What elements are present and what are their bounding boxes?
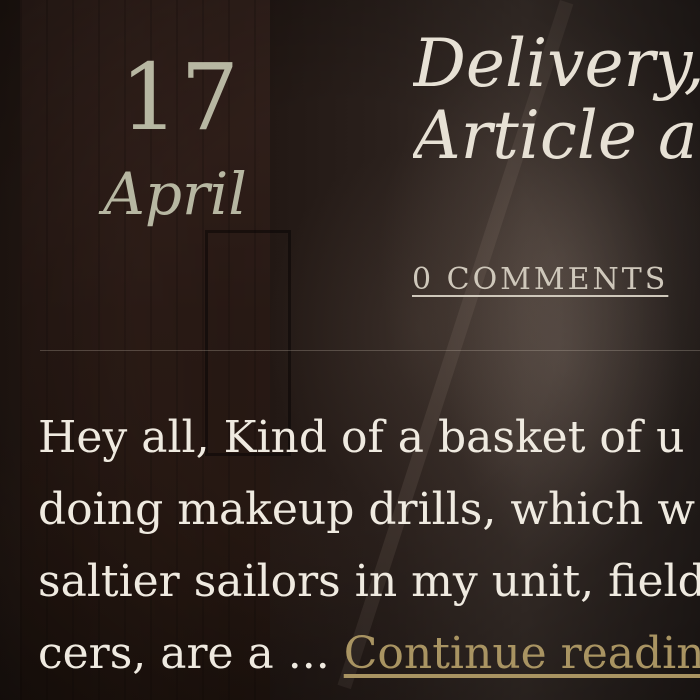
post-title-link[interactable]: Delivery, Article an: [413, 28, 700, 172]
continue-reading-link[interactable]: Continue reading: [344, 628, 700, 679]
post-date-day: 17: [120, 44, 242, 151]
excerpt-line-1: Hey all, Kind of a basket of u: [38, 412, 685, 463]
post-title-line-1[interactable]: Delivery,: [413, 28, 700, 100]
excerpt-line-3: saltier sailors in my unit, field: [38, 556, 700, 607]
excerpt-line-2: doing makeup drills, which w: [38, 484, 696, 535]
divider: [40, 350, 700, 351]
post-title-line-2[interactable]: Article an: [413, 99, 700, 172]
excerpt-line-4: cers, are a ... Continue reading: [38, 618, 700, 690]
blog-post-page: 17 April Delivery, Article an 0 COMMENTS…: [0, 0, 700, 700]
comments-link[interactable]: 0 COMMENTS: [412, 262, 700, 297]
post-excerpt: Hey all, Kind of a basket of u doing mak…: [38, 402, 700, 690]
post-date-month: April: [103, 160, 247, 228]
excerpt-line-4-text: cers, are a ...: [38, 628, 344, 679]
